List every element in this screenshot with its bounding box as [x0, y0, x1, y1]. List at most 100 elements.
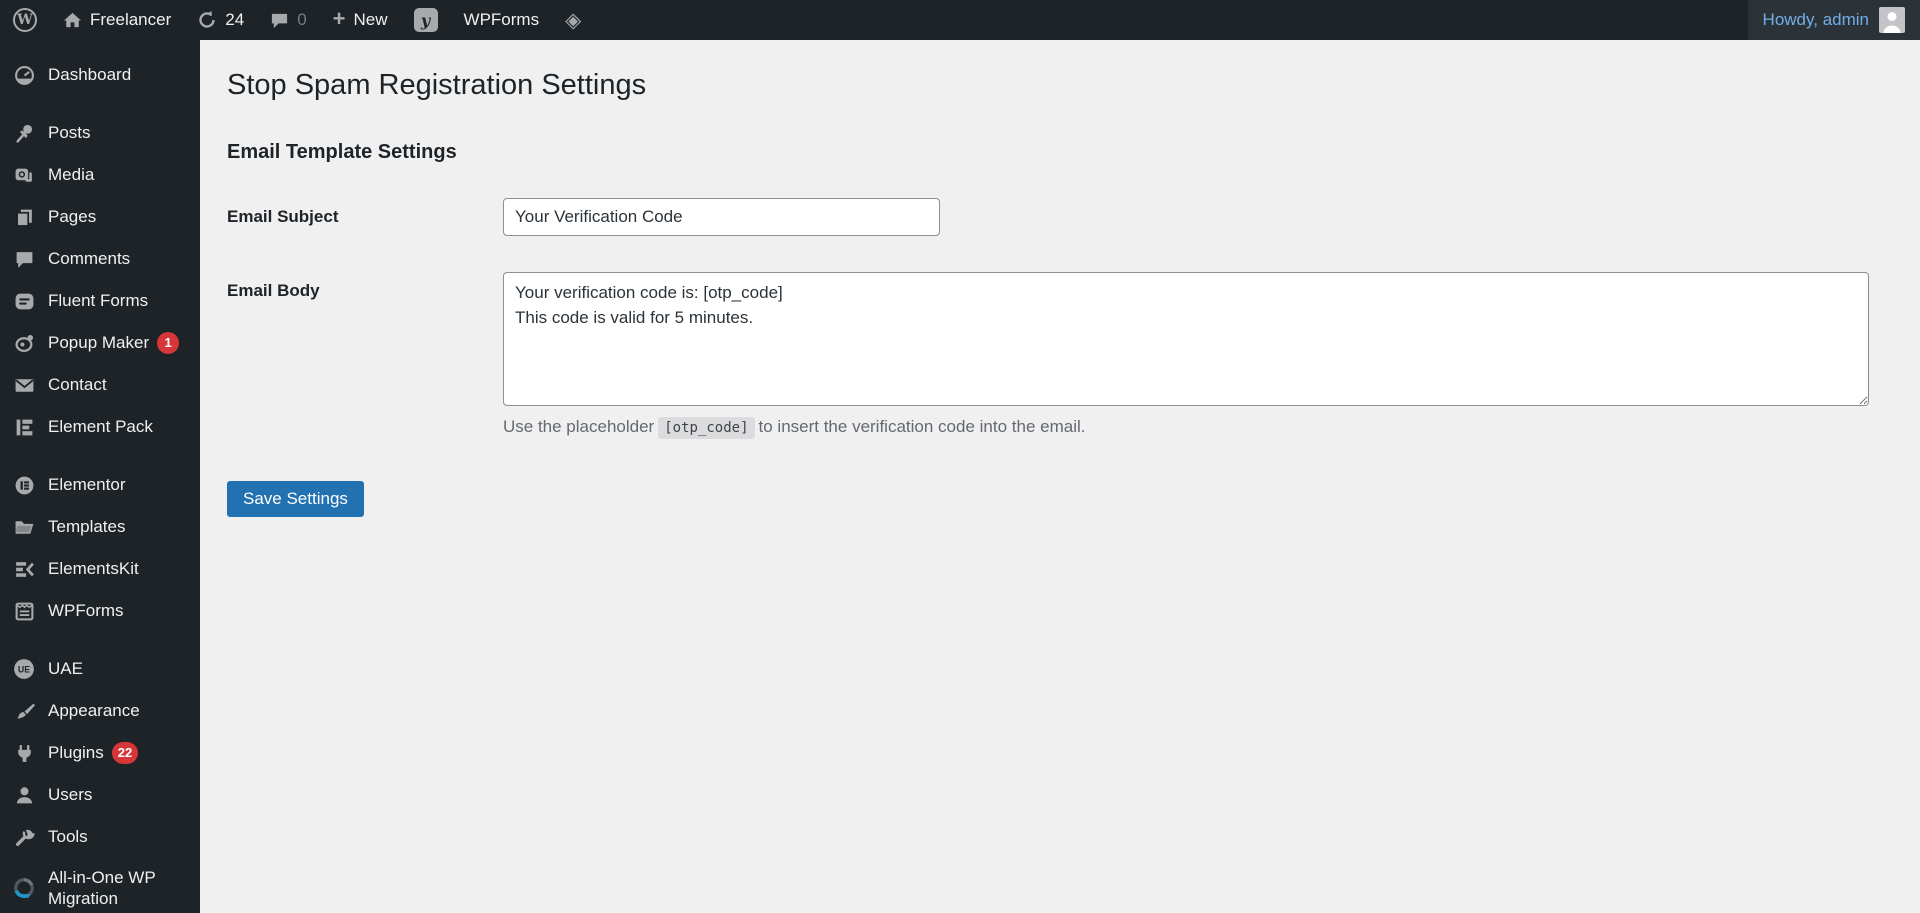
popup-maker-badge: 1: [157, 332, 180, 354]
sidebar-item-tools[interactable]: Tools: [0, 816, 200, 858]
sidebar-item-uae[interactable]: UE UAE: [0, 648, 200, 690]
sidebar-item-label: Tools: [48, 827, 88, 847]
envelope-icon: [12, 373, 36, 397]
sidebar-separator: [0, 448, 200, 464]
comment-icon: [12, 247, 36, 271]
page-title: Stop Spam Registration Settings: [227, 69, 647, 101]
sidebar-item-label: UAE: [48, 659, 83, 679]
helper-suffix: to insert the verification code into the…: [758, 416, 1086, 436]
comments-count: 0: [297, 10, 307, 29]
home-icon: [63, 11, 82, 30]
sidebar-item-wpforms[interactable]: WPForms: [0, 590, 200, 632]
sidebar-item-users[interactable]: Users: [0, 774, 200, 816]
sidebar: Dashboard Posts Media Pages Comments Flu…: [0, 40, 200, 913]
wpforms-admin-bar-label: WPForms: [463, 10, 540, 29]
comments-link[interactable]: 0: [257, 0, 319, 40]
plus-icon: +: [332, 6, 346, 31]
updates-icon: [197, 10, 217, 30]
sidebar-item-label: WPForms: [48, 601, 124, 621]
sidebar-item-label: Templates: [48, 517, 126, 537]
sidebar-item-label: Dashboard: [48, 65, 132, 85]
wordpress-menu-button[interactable]: W: [0, 0, 50, 40]
folder-icon: [12, 515, 36, 539]
sidebar-item-plugins[interactable]: Plugins 22: [0, 732, 200, 774]
email-subject-input[interactable]: [503, 197, 940, 236]
sidebar-item-appearance[interactable]: Appearance: [0, 690, 200, 732]
avatar: [1879, 7, 1905, 33]
sidebar-item-all-in-one-wp-migration[interactable]: All-in-One WP Migration: [0, 858, 200, 913]
sidebar-item-label: Appearance: [48, 701, 140, 721]
email-body-label: Email Body: [227, 280, 320, 300]
pushpin-icon: [12, 121, 36, 145]
howdy-label: Howdy, admin: [1762, 10, 1869, 29]
new-content-button[interactable]: + New: [320, 0, 401, 40]
sidebar-item-label: Users: [48, 785, 93, 805]
email-subject-label: Email Subject: [227, 206, 339, 226]
sidebar-item-comments[interactable]: Comments: [0, 238, 200, 280]
elementskit-icon: [12, 557, 36, 581]
plugins-badge: 22: [111, 742, 139, 764]
wpforms-icon: [12, 599, 36, 623]
sidebar-item-label: Plugins: [48, 743, 104, 763]
sidebar-item-label: Fluent Forms: [48, 291, 149, 311]
sidebar-item-pages[interactable]: Pages: [0, 196, 200, 238]
yoast-icon: y: [413, 8, 438, 32]
email-template-form: Email Subject Email Body Your verificati…: [227, 197, 1893, 517]
sidebar-item-label: Media: [48, 165, 95, 185]
fluent-forms-icon: [12, 289, 36, 313]
sidebar-item-dashboard[interactable]: Dashboard: [0, 54, 200, 96]
sidebar-item-contact[interactable]: Contact: [0, 364, 200, 406]
dashboard-icon: [12, 63, 36, 87]
otp-code-token: [otp_code]: [658, 416, 755, 439]
email-subject-row: Email Subject: [227, 197, 1893, 236]
new-label: New: [353, 10, 388, 29]
sidebar-item-elementor[interactable]: Elementor: [0, 464, 200, 506]
plugin-icon: [12, 741, 36, 765]
sidebar-item-label: Posts: [48, 123, 91, 143]
admin-bar: W Freelancer 24 0 + New y WPForms ◈ Howd…: [0, 0, 1920, 40]
sidebar-item-label: Contact: [48, 375, 107, 395]
sidebar-item-label: Elementor: [48, 475, 126, 495]
popup-maker-icon: [12, 331, 36, 355]
sidebar-separator: [0, 96, 200, 112]
email-body-row: Email Body Your verification code is: [o…: [227, 271, 1893, 439]
wpforms-admin-bar-menu[interactable]: WPForms: [451, 0, 553, 40]
helper-prefix: Use the placeholder: [503, 416, 655, 436]
yoast-seo-menu[interactable]: y: [401, 0, 451, 40]
email-body-textarea[interactable]: Your verification code is: [otp_code] Th…: [503, 271, 1869, 406]
sidebar-item-templates[interactable]: Templates: [0, 506, 200, 548]
sidebar-item-elementskit[interactable]: ElementsKit: [0, 548, 200, 590]
element-pack-admin-bar-menu[interactable]: ◈: [552, 0, 594, 40]
element-pack-diamond-icon: ◈: [565, 8, 582, 32]
updates-link[interactable]: 24: [184, 0, 257, 40]
pages-icon: [12, 205, 36, 229]
sidebar-item-label: Comments: [48, 249, 131, 269]
site-name-label: Freelancer: [90, 10, 172, 29]
sidebar-item-label: Element Pack: [48, 417, 153, 437]
element-pack-icon: [12, 415, 36, 439]
sidebar-item-popup-maker[interactable]: Popup Maker 1: [0, 322, 200, 364]
sidebar-item-fluent-forms[interactable]: Fluent Forms: [0, 280, 200, 322]
svg-text:UE: UE: [18, 664, 30, 674]
wrench-icon: [12, 825, 36, 849]
elementor-icon: [12, 473, 36, 497]
updates-count: 24: [225, 10, 245, 29]
save-settings-button[interactable]: Save Settings: [227, 480, 364, 517]
uae-icon: UE: [12, 657, 36, 681]
comments-icon: [270, 11, 289, 30]
sidebar-item-element-pack[interactable]: Element Pack: [0, 406, 200, 448]
migration-icon: [12, 876, 36, 900]
user-icon: [12, 783, 36, 807]
sidebar-item-label: All-in-One WP Migration: [48, 868, 156, 909]
camera-icon: [12, 163, 36, 187]
brush-icon: [12, 699, 36, 723]
sidebar-item-label: Pages: [48, 207, 97, 227]
site-name-link[interactable]: Freelancer: [50, 0, 184, 40]
account-menu[interactable]: Howdy, admin: [1747, 0, 1920, 40]
main-content: Stop Spam Registration Settings Email Te…: [200, 40, 1920, 913]
sidebar-item-posts[interactable]: Posts: [0, 112, 200, 154]
sidebar-item-label: Popup Maker: [48, 333, 150, 353]
placeholder-helper-text: Use the placeholder [otp_code] to insert t…: [503, 416, 1893, 439]
sidebar-item-label: ElementsKit: [48, 559, 139, 579]
sidebar-item-media[interactable]: Media: [0, 154, 200, 196]
